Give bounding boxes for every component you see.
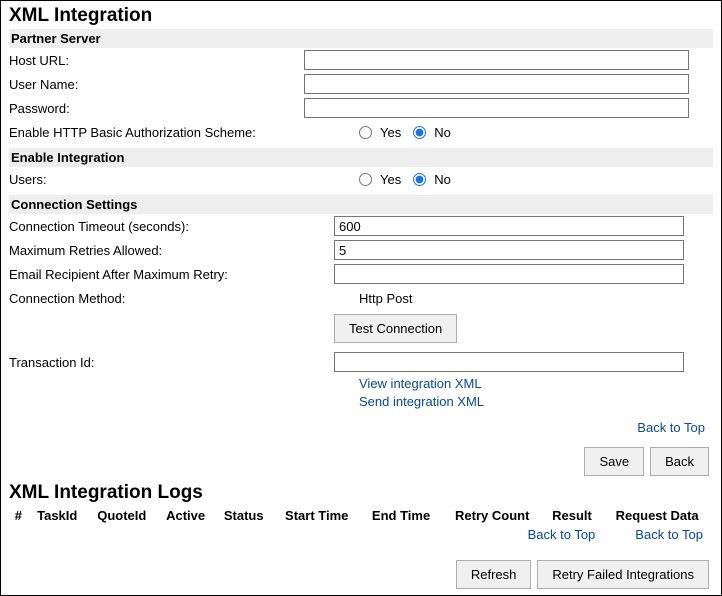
host-url-label: Host URL: — [9, 53, 304, 68]
col-result: Result — [543, 506, 602, 525]
col-status: Status — [214, 506, 273, 525]
users-yes-radio[interactable] — [359, 173, 372, 186]
logs-title: XML Integration Logs — [9, 482, 713, 504]
col-num: # — [9, 506, 28, 525]
email-label: Email Recipient After Maximum Retry: — [9, 267, 304, 282]
view-xml-link[interactable]: View integration XML — [359, 376, 482, 391]
email-input[interactable] — [334, 264, 684, 284]
refresh-button[interactable]: Refresh — [456, 560, 532, 589]
page-title: XML Integration — [9, 5, 713, 27]
users-label: Users: — [9, 172, 304, 187]
user-name-label: User Name: — [9, 77, 304, 92]
col-endtime: End Time — [360, 506, 441, 525]
users-no-label: No — [434, 172, 451, 187]
users-no-radio[interactable] — [413, 173, 426, 186]
back-to-top-link-1[interactable]: Back to Top — [637, 420, 705, 435]
back-to-top-link-2[interactable]: Back to Top — [528, 527, 596, 542]
auth-no-radio[interactable] — [413, 126, 426, 139]
auth-yes-label: Yes — [380, 125, 401, 140]
section-partner-server: Partner Server — [9, 29, 713, 48]
col-quoteid: QuoteId — [87, 506, 157, 525]
col-starttime: Start Time — [273, 506, 360, 525]
txn-id-input[interactable] — [334, 352, 684, 372]
logs-table: # TaskId QuoteId Active Status Start Tim… — [9, 506, 713, 525]
user-name-input[interactable] — [304, 74, 689, 94]
back-button[interactable]: Back — [650, 447, 709, 476]
send-xml-link[interactable]: Send integration XML — [359, 394, 484, 409]
txn-id-label: Transaction Id: — [9, 355, 304, 370]
retries-input[interactable] — [334, 240, 684, 260]
users-yes-label: Yes — [380, 172, 401, 187]
password-label: Password: — [9, 101, 304, 116]
col-taskid: TaskId — [28, 506, 87, 525]
password-input[interactable] — [304, 98, 689, 118]
test-connection-button[interactable]: Test Connection — [334, 314, 457, 343]
col-active: Active — [157, 506, 215, 525]
section-connection-settings: Connection Settings — [9, 195, 713, 214]
timeout-label: Connection Timeout (seconds): — [9, 219, 304, 234]
auth-scheme-label: Enable HTTP Basic Authorization Scheme: — [9, 125, 304, 140]
save-button[interactable]: Save — [584, 447, 644, 476]
host-url-input[interactable] — [304, 50, 689, 70]
back-to-top-link-3[interactable]: Back to Top — [635, 527, 703, 542]
method-value: Http Post — [304, 291, 412, 306]
retry-failed-button[interactable]: Retry Failed Integrations — [537, 560, 709, 589]
col-retrycount: Retry Count — [442, 506, 543, 525]
retries-label: Maximum Retries Allowed: — [9, 243, 304, 258]
method-label: Connection Method: — [9, 291, 304, 306]
timeout-input[interactable] — [334, 216, 684, 236]
auth-no-label: No — [434, 125, 451, 140]
auth-yes-radio[interactable] — [359, 126, 372, 139]
section-enable-integration: Enable Integration — [9, 148, 713, 167]
col-requestdata: Request Data — [601, 506, 713, 525]
